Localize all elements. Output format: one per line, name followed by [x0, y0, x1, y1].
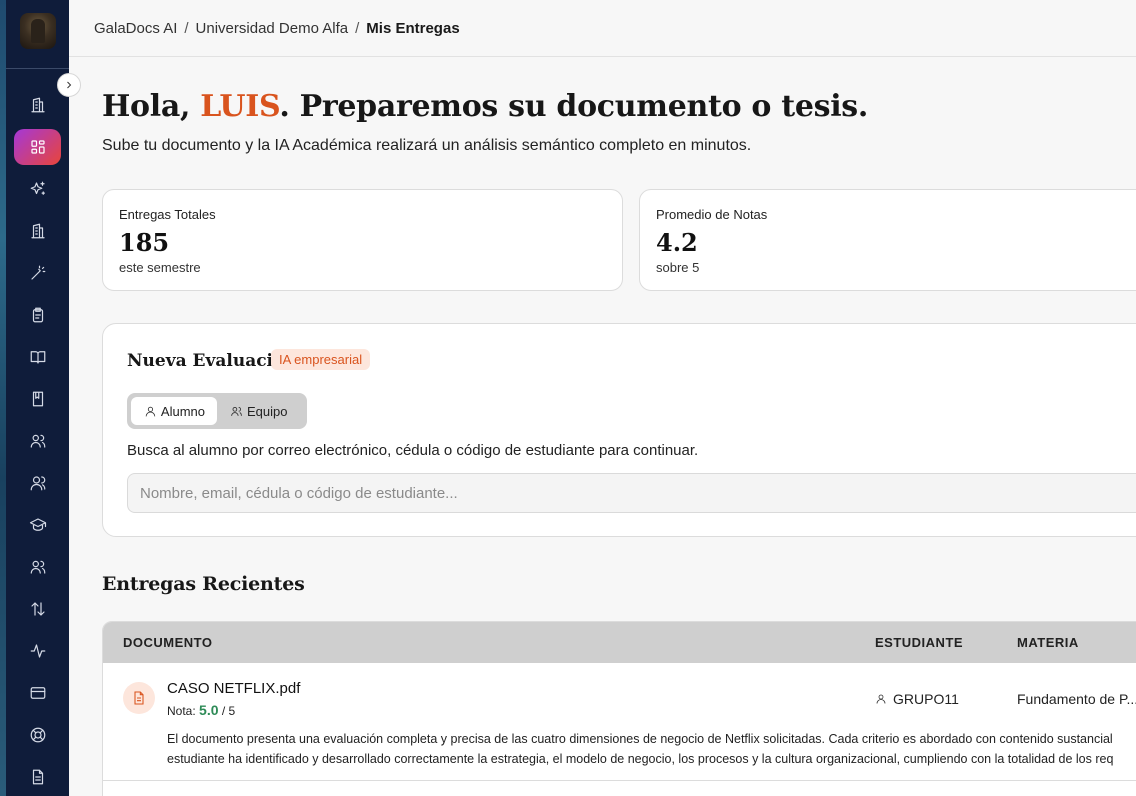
document-icon — [32, 769, 43, 785]
chevron-right-icon — [67, 81, 72, 89]
lifebuoy-icon — [30, 727, 45, 743]
toggle-student-label: Alumno — [160, 403, 205, 419]
sidebar-item-activity[interactable] — [14, 633, 61, 669]
team-icon — [30, 560, 45, 574]
sidebar-divider — [6, 68, 69, 69]
stat-card-average: Promedio de Notas 4.2 sobre 5 — [639, 189, 1136, 291]
users-icon — [30, 434, 45, 448]
stat-label: Entregas Totales — [119, 207, 216, 222]
user-group-icon — [30, 476, 45, 491]
sidebar-item-teams[interactable] — [14, 549, 61, 585]
sidebar-item-courses[interactable] — [14, 381, 61, 417]
user-icon — [876, 694, 886, 704]
sidebar-item-tools[interactable] — [14, 255, 61, 291]
dashboard-icon — [30, 140, 45, 154]
users-icon — [231, 406, 242, 416]
book-icon — [32, 391, 43, 407]
table-header: DOCUMENTO ESTUDIANTE MATERIA — [103, 622, 1136, 663]
sidebar-item-documents[interactable] — [14, 759, 61, 795]
student-name: GRUPO11 — [893, 691, 959, 707]
greeting-suffix: . Preparemos su documento o tesis. — [279, 89, 869, 124]
new-evaluation-card: Nueva Evaluación IA empresarial Alumno E… — [102, 323, 1136, 537]
sidebar-item-assignments[interactable] — [14, 297, 61, 333]
user-name: LUIS — [200, 89, 280, 124]
sidebar-item-billing[interactable] — [14, 675, 61, 711]
document-name[interactable]: CASO NETFLIX.pdf — [167, 680, 300, 697]
magic-wand-icon — [30, 265, 45, 280]
breadcrumb-current: Mis Entregas — [366, 19, 460, 37]
stat-value: 4.2 — [656, 228, 698, 257]
recent-title: Entregas Recientes — [102, 573, 305, 595]
clipboard-icon — [32, 307, 43, 323]
sort-arrows-icon — [30, 602, 45, 616]
sidebar — [0, 0, 69, 796]
sidebar-item-academic[interactable] — [14, 507, 61, 543]
column-student[interactable]: ESTUDIANTE — [875, 635, 963, 650]
toggle-team[interactable]: Equipo — [217, 397, 299, 425]
recent-submissions-table: DOCUMENTO ESTUDIANTE MATERIA CASO NETFLI… — [102, 621, 1136, 796]
sidebar-item-institution[interactable] — [14, 213, 61, 249]
stat-label: Promedio de Notas — [656, 207, 768, 222]
sidebar-item-ai[interactable] — [14, 171, 61, 207]
user-icon — [145, 406, 156, 416]
evaluation-mode-toggle: Alumno Equipo — [127, 393, 307, 429]
page-title: Hola, LUIS. Preparemos su documento o te… — [102, 89, 868, 124]
student-search-input[interactable] — [127, 473, 1136, 513]
credit-card-icon — [30, 687, 45, 699]
student-cell: GRUPO11 — [875, 691, 959, 707]
open-book-icon — [30, 351, 45, 364]
sidebar-item-transfers[interactable] — [14, 591, 61, 627]
ai-badge: IA empresarial — [271, 349, 371, 370]
sidebar-item-dashboard[interactable] — [14, 129, 61, 165]
breadcrumb-separator: / — [355, 19, 360, 37]
stat-sub: sobre 5 — [656, 260, 700, 275]
document-description: El documento presenta una evaluación com… — [167, 729, 1136, 769]
sparkles-icon — [30, 181, 45, 195]
sidebar-item-students[interactable] — [14, 465, 61, 501]
grade-label: Nota: — [167, 704, 196, 718]
sidebar-edge — [0, 0, 6, 796]
grade-score: 5.0 — [199, 702, 219, 718]
activity-icon — [30, 644, 45, 658]
search-hint: Busca al alumno por correo electrónico, … — [127, 442, 699, 459]
description-line: El documento presenta una evaluación com… — [167, 732, 1113, 746]
column-document[interactable]: DOCUMENTO — [123, 635, 212, 650]
grade: Nota: 5.0 / 5 — [167, 702, 235, 718]
sidebar-item-library[interactable] — [14, 339, 61, 375]
sidebar-collapse-button[interactable] — [57, 73, 81, 97]
graduation-cap-icon — [29, 518, 46, 531]
subject-cell: Fundamento de P... — [1017, 691, 1136, 707]
stat-card-total: Entregas Totales 185 este semestre — [102, 189, 623, 291]
building-icon — [30, 97, 45, 113]
document-icon-badge — [123, 682, 155, 714]
description-line: estudiante ha identificado y desarrollad… — [167, 752, 1114, 766]
greeting-prefix: Hola, — [102, 89, 201, 124]
table-row[interactable]: CASO NETFLIX.pdf Nota: 5.0 / 5 GRUPO11 F… — [103, 663, 1136, 781]
grade-max: / 5 — [221, 704, 236, 718]
building-icon — [30, 223, 45, 239]
topbar: GalaDocs AI / Universidad Demo Alfa / Mi… — [69, 0, 1136, 57]
stat-sub: este semestre — [119, 260, 201, 275]
breadcrumb-separator: / — [184, 19, 189, 37]
avatar[interactable] — [20, 13, 56, 49]
file-text-icon — [134, 691, 144, 705]
breadcrumb-root[interactable]: GalaDocs AI — [94, 20, 177, 37]
page-subtitle: Sube tu documento y la IA Académica real… — [102, 137, 752, 154]
column-subject[interactable]: MATERIA — [1017, 635, 1079, 650]
sidebar-item-building[interactable] — [14, 87, 61, 123]
breadcrumb-university[interactable]: Universidad Demo Alfa — [196, 20, 349, 37]
stat-value: 185 — [119, 228, 170, 257]
sidebar-item-support[interactable] — [14, 717, 61, 753]
toggle-team-label: Equipo — [247, 403, 288, 419]
toggle-student[interactable]: Alumno — [131, 397, 217, 425]
sidebar-item-users[interactable] — [14, 423, 61, 459]
